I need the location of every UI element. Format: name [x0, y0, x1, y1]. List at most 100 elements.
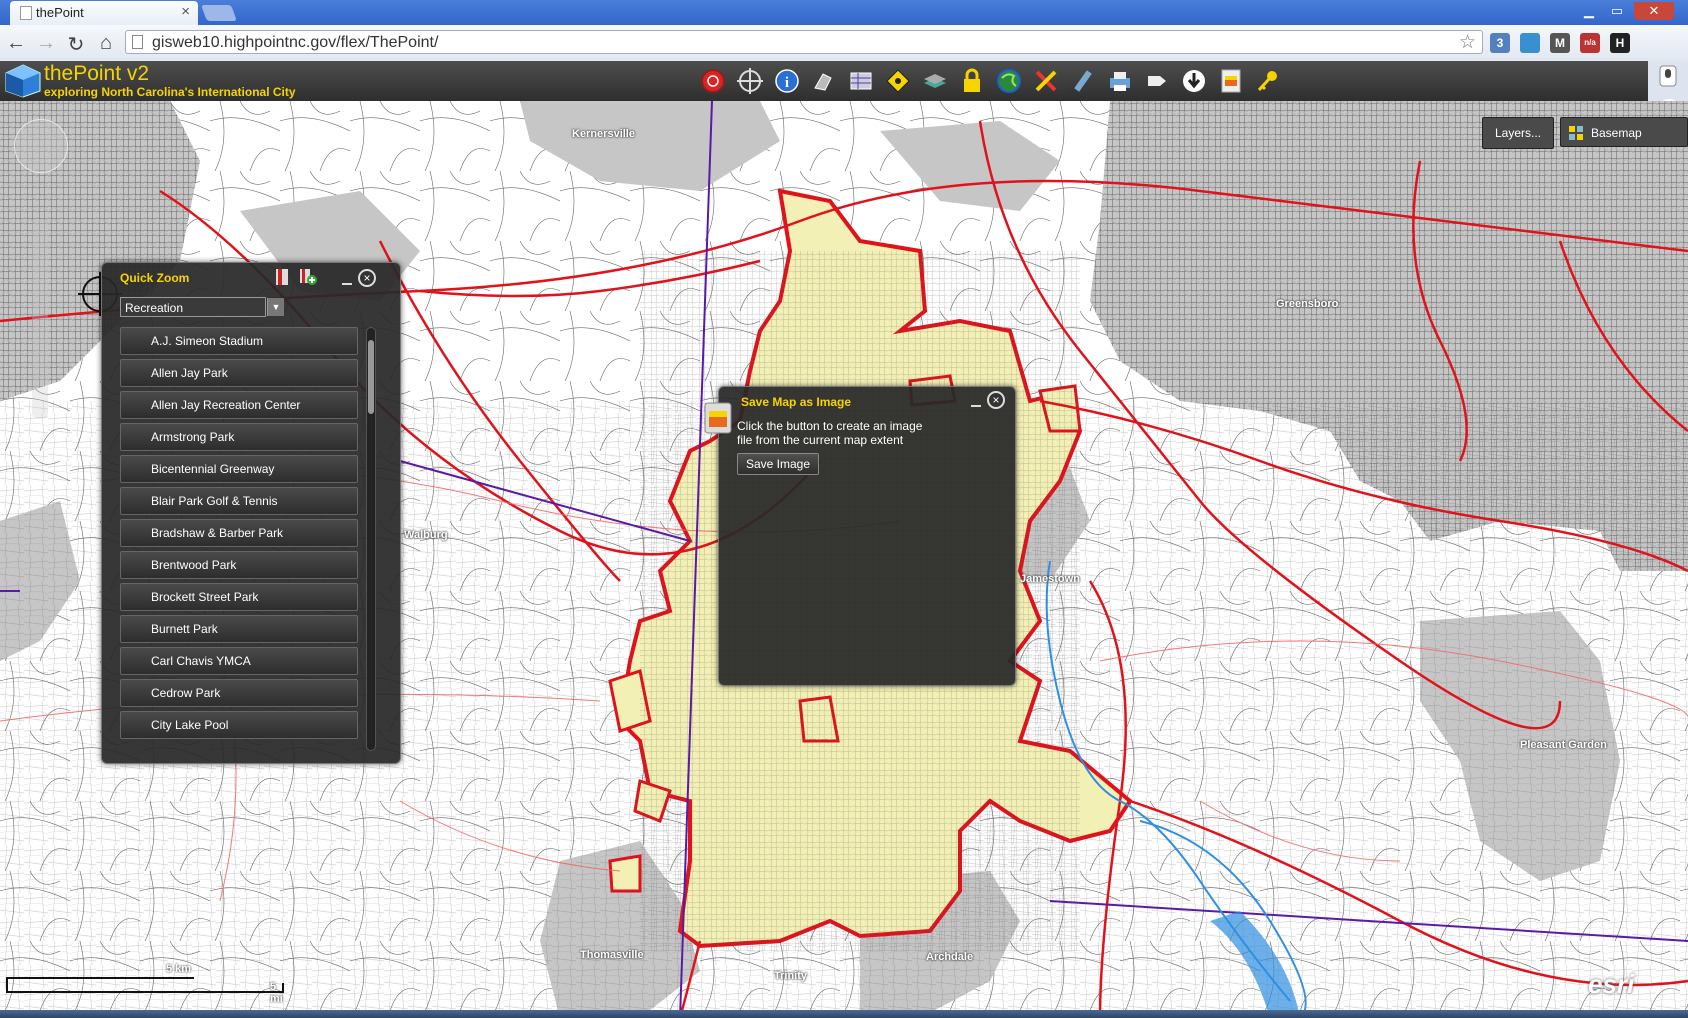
pointer-icon[interactable]: [1144, 68, 1170, 94]
draw-icon[interactable]: [811, 68, 837, 94]
h-extension-icon[interactable]: H: [1610, 33, 1630, 53]
list-item[interactable]: Carl Chavis YMCA: [120, 647, 358, 675]
quick-zoom-panel: Quick Zoom × Recreation ▼ A.J. Simeon St…: [101, 262, 401, 764]
quick-zoom-title: Quick Zoom: [120, 271, 190, 285]
close-window-button[interactable]: ✕: [1634, 2, 1674, 20]
list-item[interactable]: Armstrong Park: [120, 423, 358, 451]
new-tab-button[interactable]: [201, 5, 237, 21]
m-badge: M: [1555, 36, 1565, 50]
reload-icon[interactable]: ↻: [64, 32, 88, 57]
save-map-description: Click the button to create an image file…: [737, 419, 923, 447]
list-item[interactable]: Allen Jay Recreation Center: [120, 391, 358, 419]
bookmark-star-icon[interactable]: ☆: [1459, 31, 1476, 54]
list-item[interactable]: Brentwood Park: [120, 551, 358, 579]
tab-title: thePoint: [36, 5, 84, 20]
lock-icon[interactable]: [959, 68, 985, 94]
map-label-jamestown: Jamestown: [1020, 573, 1080, 585]
sync-extension-icon[interactable]: [1520, 33, 1540, 53]
save-image-button[interactable]: Save Image: [737, 453, 819, 475]
scrollbar-thumb[interactable]: [368, 340, 374, 414]
save-map-panel: Save Map as Image × Click the button to …: [704, 386, 1016, 686]
close-icon[interactable]: ×: [987, 391, 1005, 409]
map-label-trinity: Trinity: [774, 970, 808, 982]
map-label-archdale: Archdale: [926, 951, 974, 963]
m-extension-icon[interactable]: M: [1550, 33, 1570, 53]
list-item[interactable]: City Lake Pool: [120, 711, 358, 739]
download-icon[interactable]: [1181, 68, 1207, 94]
map-label-pleasant-garden: Pleasant Garden: [1520, 739, 1607, 751]
minimize-icon[interactable]: [342, 283, 352, 285]
chevron-down-icon[interactable]: ▼: [267, 298, 284, 316]
print-icon[interactable]: [1107, 68, 1133, 94]
map-label-walburg: Walburg: [404, 529, 448, 541]
url-text: gisweb10.highpointnc.gov/flex/ThePoint/: [152, 34, 439, 51]
basemap-button[interactable]: Basemap: [1560, 117, 1688, 147]
list-item[interactable]: Blair Park Golf & Tennis: [120, 487, 358, 515]
save-image-icon: [704, 402, 732, 434]
close-icon[interactable]: ×: [358, 269, 376, 287]
info-icon[interactable]: i: [774, 68, 800, 94]
list-item[interactable]: Cedrow Park: [120, 679, 358, 707]
basemap-label: Basemap: [1591, 126, 1642, 140]
layers-button[interactable]: Layers...: [1482, 117, 1554, 149]
esri-logo: esri: [1588, 969, 1635, 999]
page-icon: [20, 6, 32, 20]
crosshair-icon[interactable]: [737, 68, 763, 94]
scale-km-label: 5 km: [166, 963, 192, 975]
page-icon: [132, 35, 143, 49]
back-arrow-icon[interactable]: ←: [4, 32, 28, 55]
app-header: thePoint v2 exploring North Carolina's I…: [0, 61, 1688, 102]
list-item[interactable]: A.J. Simeon Stadium: [120, 327, 358, 355]
layers-stack-icon[interactable]: [922, 68, 948, 94]
minimize-icon[interactable]: [971, 405, 981, 407]
key-icon[interactable]: [1255, 68, 1281, 94]
app-title: thePoint v2: [44, 62, 150, 85]
map-label-greensboro: Greensboro: [1276, 298, 1339, 310]
microphone-icon[interactable]: [1658, 64, 1678, 88]
measure-icon[interactable]: [1070, 68, 1096, 94]
svg-text:i: i: [785, 75, 789, 91]
quick-zoom-list: A.J. Simeon Stadium Allen Jay Park Allen…: [120, 327, 362, 751]
h-badge: H: [1615, 36, 1625, 50]
na-badge: n/a: [1584, 38, 1596, 47]
list-scrollbar[interactable]: [366, 327, 376, 751]
zoom-slider[interactable]: [32, 219, 48, 419]
save-image-icon[interactable]: [1218, 68, 1244, 94]
list-item[interactable]: Allen Jay Park: [120, 359, 358, 387]
forward-arrow-icon[interactable]: →: [34, 32, 58, 55]
category-value: Recreation: [125, 301, 184, 315]
add-bookmark-icon[interactable]: [298, 267, 318, 287]
list-item[interactable]: Bradshaw & Barber Park: [120, 519, 358, 547]
scale-mi-label: 5 mi: [270, 981, 283, 1005]
clear-icon[interactable]: [1033, 68, 1059, 94]
list-item[interactable]: Brockett Street Park: [120, 583, 358, 611]
bookmark-book-icon[interactable]: [274, 267, 292, 287]
globe-icon[interactable]: [996, 68, 1022, 94]
map-label-thomasville: Thomasville: [580, 949, 644, 961]
browser-tab[interactable]: thePoint ×: [10, 1, 198, 25]
pan-navigator[interactable]: [14, 119, 68, 173]
category-select[interactable]: Recreation ▼: [120, 297, 284, 317]
scale-bar: 5 km 5 mi: [6, 963, 286, 1005]
search-badge: 3: [1496, 36, 1504, 50]
minimize-button[interactable]: ▁: [1576, 2, 1602, 20]
os-taskbar: [0, 1010, 1688, 1018]
list-item[interactable]: Bicentennial Greenway: [120, 455, 358, 483]
browser-tab-bar: thePoint × ▁ ▭ ✕: [0, 0, 1688, 25]
na-extension-icon[interactable]: n/a: [1580, 33, 1600, 53]
browser-nav-bar: ← → ↻ ⌂ gisweb10.highpointnc.gov/flex/Th…: [0, 25, 1688, 62]
zoom-to-icon[interactable]: [885, 68, 911, 94]
home-icon[interactable]: ⌂: [94, 32, 118, 55]
save-map-title: Save Map as Image: [741, 395, 852, 409]
table-icon[interactable]: [848, 68, 874, 94]
address-bar[interactable]: gisweb10.highpointnc.gov/flex/ThePoint/ …: [125, 30, 1483, 54]
map-label-kernersville: Kernersville: [572, 128, 635, 140]
basemap-grid-icon: [1569, 126, 1583, 140]
tab-close-icon[interactable]: ×: [181, 3, 190, 20]
maximize-button[interactable]: ▭: [1604, 2, 1630, 20]
search-extension-icon[interactable]: 3: [1490, 33, 1510, 53]
list-item[interactable]: Burnett Park: [120, 615, 358, 643]
record-icon[interactable]: [700, 68, 726, 94]
app-subtitle: exploring North Carolina's International…: [44, 85, 296, 99]
app-logo-icon: [5, 64, 41, 98]
